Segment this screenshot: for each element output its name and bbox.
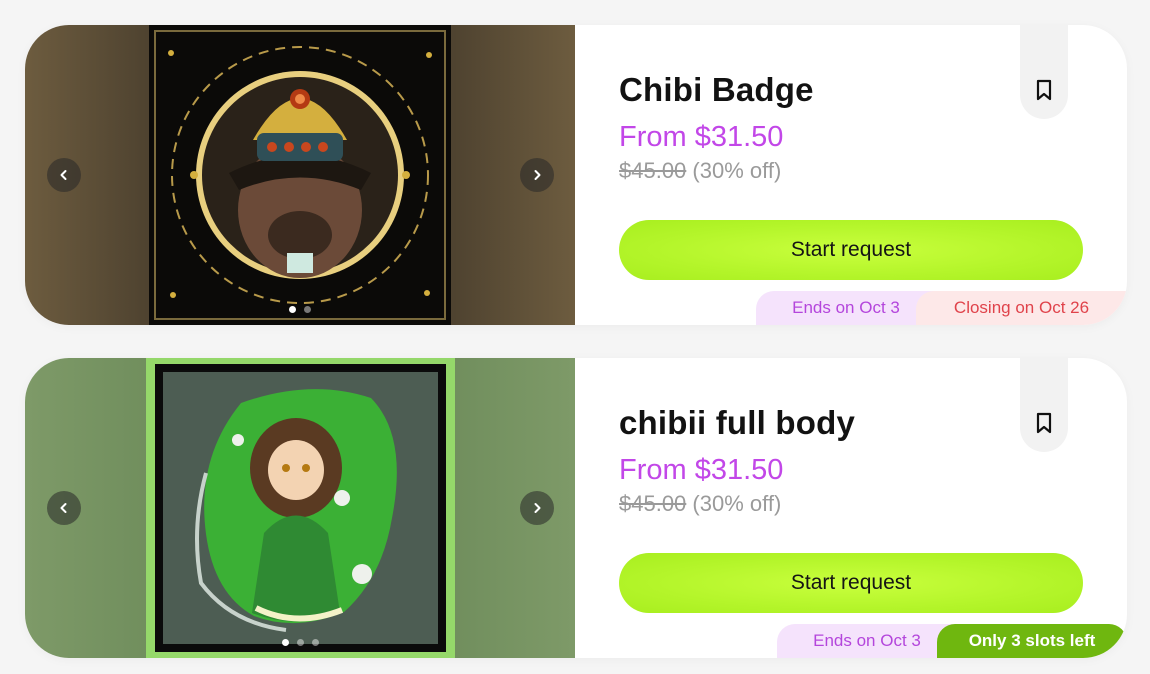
listing-card[interactable]: Chibi Badge From $31.50 $45.00 (30% off)… [25, 25, 1127, 325]
discount-label: (30% off) [692, 491, 782, 516]
original-price-line: $45.00 (30% off) [619, 491, 781, 517]
carousel-dot[interactable] [289, 306, 296, 313]
chevron-left-icon [60, 503, 67, 513]
listing-info: Chibi Badge From $31.50 $45.00 (30% off)… [575, 25, 1127, 325]
start-request-button[interactable]: Start request [619, 220, 1083, 280]
chevron-left-icon [60, 170, 67, 180]
listing-card[interactable]: chibii full body From $31.50 $45.00 (30%… [25, 358, 1127, 658]
chevron-right-icon [534, 170, 541, 180]
image-carousel [25, 25, 575, 325]
start-request-button[interactable]: Start request [619, 553, 1083, 613]
next-image-button[interactable] [520, 491, 554, 525]
listing-price: From $31.50 [619, 121, 784, 153]
listing-title: chibii full body [619, 404, 856, 441]
chibi-artwork-image[interactable] [146, 358, 455, 658]
listing-title: Chibi Badge [619, 71, 814, 108]
bookmark-icon [1036, 79, 1052, 101]
ends-date-badge: Ends on Oct 3 [777, 624, 957, 658]
next-image-button[interactable] [520, 158, 554, 192]
bookmark-button[interactable] [1020, 358, 1068, 452]
closing-date-badge: Closing on Oct 26 [916, 291, 1127, 325]
carousel-dots [25, 639, 575, 646]
image-carousel [25, 358, 575, 658]
chevron-right-icon [534, 503, 541, 513]
original-price: $45.00 [619, 491, 687, 516]
discount-label: (30% off) [692, 158, 782, 183]
carousel-dot[interactable] [311, 639, 319, 646]
listing-price: From $31.50 [619, 454, 784, 486]
bookmark-icon [1036, 412, 1052, 434]
original-price-line: $45.00 (30% off) [619, 158, 781, 184]
original-price: $45.00 [619, 158, 687, 183]
listing-info: chibii full body From $31.50 $45.00 (30%… [575, 358, 1127, 658]
bookmark-button[interactable] [1020, 25, 1068, 119]
slots-left-badge: Only 3 slots left [937, 624, 1127, 658]
carousel-dot[interactable] [304, 306, 311, 313]
previous-image-button[interactable] [47, 491, 81, 525]
previous-image-button[interactable] [47, 158, 81, 192]
ends-date-badge: Ends on Oct 3 [756, 291, 936, 325]
badge-artwork-image[interactable] [149, 25, 451, 325]
carousel-dots [25, 306, 575, 313]
carousel-dot[interactable] [296, 639, 304, 646]
carousel-dot[interactable] [281, 639, 289, 646]
